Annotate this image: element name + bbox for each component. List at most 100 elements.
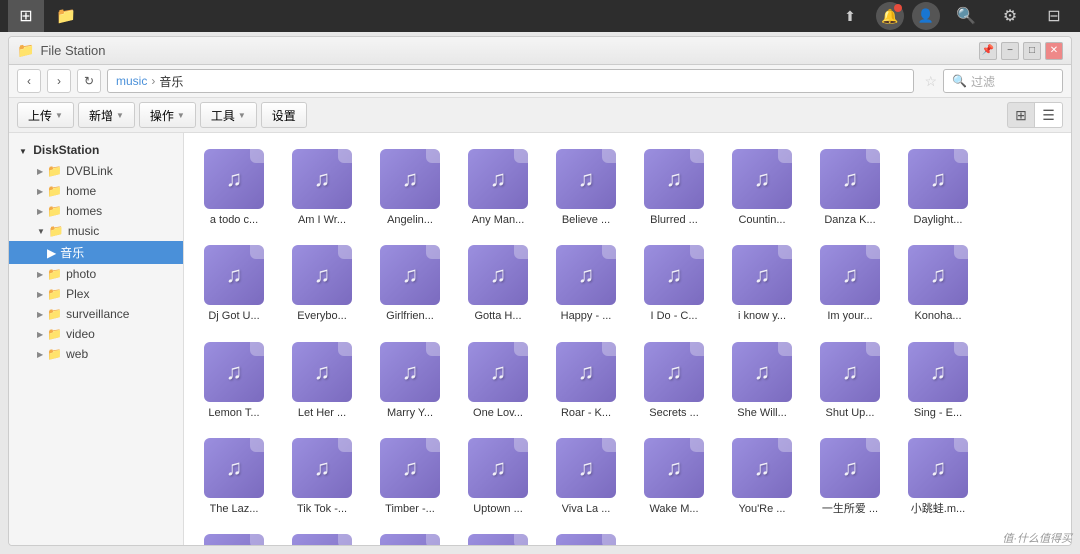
file-name: Timber -... (385, 502, 435, 516)
title-bar-left: 📁 File Station (17, 42, 105, 59)
dvblink-arrow: ▶ (37, 167, 43, 176)
sidebar-item-video[interactable]: ▶ 📁 video (9, 324, 183, 344)
file-name: Am I Wr... (298, 213, 346, 227)
sidebar-item-plex[interactable]: ▶ 📁 Plex (9, 284, 183, 304)
list-item[interactable]: ♫ 小跳蛙.m... (898, 432, 978, 520)
list-item[interactable]: ♫ Roar - K... (546, 336, 626, 424)
settings-button[interactable]: 设置 (261, 102, 307, 128)
list-item[interactable]: ♫ Any Man... (458, 143, 538, 231)
window-maximize-button[interactable]: □ (1023, 42, 1041, 60)
sidebar-item-yinyue[interactable]: ▶ 音乐 (9, 241, 183, 264)
music-note-symbol: ♫ (578, 455, 595, 481)
music-file-icon: ♫ (732, 438, 792, 498)
badge-dot (894, 4, 902, 12)
list-item[interactable]: ♫ 一生所爱 ... (810, 432, 890, 520)
music-note-symbol: ♫ (314, 359, 331, 385)
list-item[interactable]: ♫ Marry Y... (370, 336, 450, 424)
upload-sys-icon[interactable]: ⬆ (832, 0, 868, 32)
list-item[interactable]: ♫ One Lov... (458, 336, 538, 424)
favorite-button[interactable]: ☆ (924, 73, 937, 90)
list-view-button[interactable]: ☰ (1035, 102, 1063, 128)
refresh-button[interactable]: ↻ (77, 69, 101, 93)
list-item[interactable]: ♫ Everybo... (282, 239, 362, 327)
sidebar-item-web[interactable]: ▶ 📁 web (9, 344, 183, 364)
list-item[interactable]: ♫ Danza K... (810, 143, 890, 231)
user-icon[interactable]: 👤 (912, 2, 940, 30)
list-item[interactable]: ♫ Konoha... (898, 239, 978, 327)
list-item[interactable]: ♫ Gotta H... (458, 239, 538, 327)
list-item[interactable]: ♫ Lemon T... (194, 336, 274, 424)
list-item[interactable]: ♫ Blurred ... (634, 143, 714, 231)
list-item[interactable]: ♫ She Will... (722, 336, 802, 424)
list-item[interactable]: ♫ Im your... (810, 239, 890, 327)
apps-icon[interactable]: ⊞ (8, 0, 44, 32)
watermark: 值·什么值得买 (1002, 530, 1072, 546)
list-item[interactable]: ♫ Shut Up... (810, 336, 890, 424)
list-item[interactable]: ♫ Daylight... (898, 143, 978, 231)
window-pin-button[interactable]: 📌 (979, 42, 997, 60)
sidebar-item-photo[interactable]: ▶ 📁 photo (9, 264, 183, 284)
main-content: ▼ DiskStation ▶ 📁 DVBLink ▶ 📁 home ▶ 📁 h… (9, 133, 1071, 545)
list-item[interactable]: ♫ 红蜻蜓 -... (370, 528, 450, 545)
back-button[interactable]: ‹ (17, 69, 41, 93)
list-item[interactable]: ♫ a todo c... (194, 143, 274, 231)
title-bar: 📁 File Station 📌 − □ ✕ (9, 37, 1071, 65)
grid-view-button[interactable]: ⊞ (1007, 102, 1035, 128)
list-item[interactable]: ♫ 王妃 - 萧... (282, 528, 362, 545)
list-item[interactable]: ♫ Tik Tok -... (282, 432, 362, 520)
list-item[interactable]: ♫ Am I Wr... (282, 143, 362, 231)
sidebar-item-music[interactable]: ▼ 📁 music (9, 221, 183, 241)
music-file-icon: ♫ (468, 245, 528, 305)
list-item[interactable]: ♫ Dj Got U... (194, 239, 274, 327)
list-item[interactable]: ♫ Sing - E... (898, 336, 978, 424)
sidebar-item-homes[interactable]: ▶ 📁 homes (9, 201, 183, 221)
file-name: The Laz... (210, 502, 259, 516)
files-icon[interactable]: 📁 (48, 0, 84, 32)
music-note-symbol: ♫ (578, 262, 595, 288)
list-item[interactable]: ♫ Happy - ... (546, 239, 626, 327)
music-arrow: ▼ (37, 227, 45, 236)
music-file-icon: ♫ (556, 245, 616, 305)
list-item[interactable]: ♫ Believe ... (546, 143, 626, 231)
file-name: I Do - C... (650, 309, 697, 323)
list-item[interactable]: ♫ Secrets ... (634, 336, 714, 424)
list-item[interactable]: ♫ i know y... (722, 239, 802, 327)
list-item[interactable]: ♫ Uptown ... (458, 432, 538, 520)
music-note-symbol: ♫ (666, 455, 683, 481)
music-file-icon: ♫ (204, 149, 264, 209)
file-name: Secrets ... (649, 406, 699, 420)
list-item[interactable]: ♫ The Laz... (194, 432, 274, 520)
list-item[interactable]: ♫ Timber -... (370, 432, 450, 520)
tools-button[interactable]: 工具 ▼ (200, 102, 257, 128)
search-box[interactable]: 🔍 过滤 (943, 69, 1063, 93)
settings-sys-icon[interactable]: ⚙ (992, 0, 1028, 32)
music-file-icon: ♫ (468, 438, 528, 498)
window-close-button[interactable]: ✕ (1045, 42, 1063, 60)
music-file-icon: ♫ (908, 438, 968, 498)
forward-button[interactable]: › (47, 69, 71, 93)
list-item[interactable]: ♫ Let Her ... (282, 336, 362, 424)
list-item[interactable]: ♫ 我的滑板... (194, 528, 274, 545)
list-item[interactable]: ♫ 老男孩 - ... (458, 528, 538, 545)
sidebar-root[interactable]: ▼ DiskStation (9, 139, 183, 161)
notification-badge: 🔔 (876, 2, 904, 30)
address-bar[interactable]: music › 音乐 (107, 69, 914, 93)
list-item[interactable]: ♫ Viva La ... (546, 432, 626, 520)
windows-icon[interactable]: ⊟ (1036, 0, 1072, 32)
upload-button[interactable]: 上传 ▼ (17, 102, 74, 128)
list-item[interactable]: ♫ Countin... (722, 143, 802, 231)
list-item[interactable]: ♫ I Do - C... (634, 239, 714, 327)
sidebar-item-home[interactable]: ▶ 📁 home (9, 181, 183, 201)
sidebar-item-surveillance[interactable]: ▶ 📁 surveillance (9, 304, 183, 324)
sidebar-item-dvblink[interactable]: ▶ 📁 DVBLink (9, 161, 183, 181)
list-item[interactable]: ♫ Angelin... (370, 143, 450, 231)
window-minimize-button[interactable]: − (1001, 42, 1019, 60)
file-name: 小跳蛙.m... (911, 502, 965, 516)
list-item[interactable]: ♫ 阳光宅男 ... (546, 528, 626, 545)
list-item[interactable]: ♫ You'Re ... (722, 432, 802, 520)
operations-button[interactable]: 操作 ▼ (139, 102, 196, 128)
list-item[interactable]: ♫ Wake M... (634, 432, 714, 520)
new-button[interactable]: 新增 ▼ (78, 102, 135, 128)
search-sys-icon[interactable]: 🔍 (948, 0, 984, 32)
list-item[interactable]: ♫ Girlfrien... (370, 239, 450, 327)
